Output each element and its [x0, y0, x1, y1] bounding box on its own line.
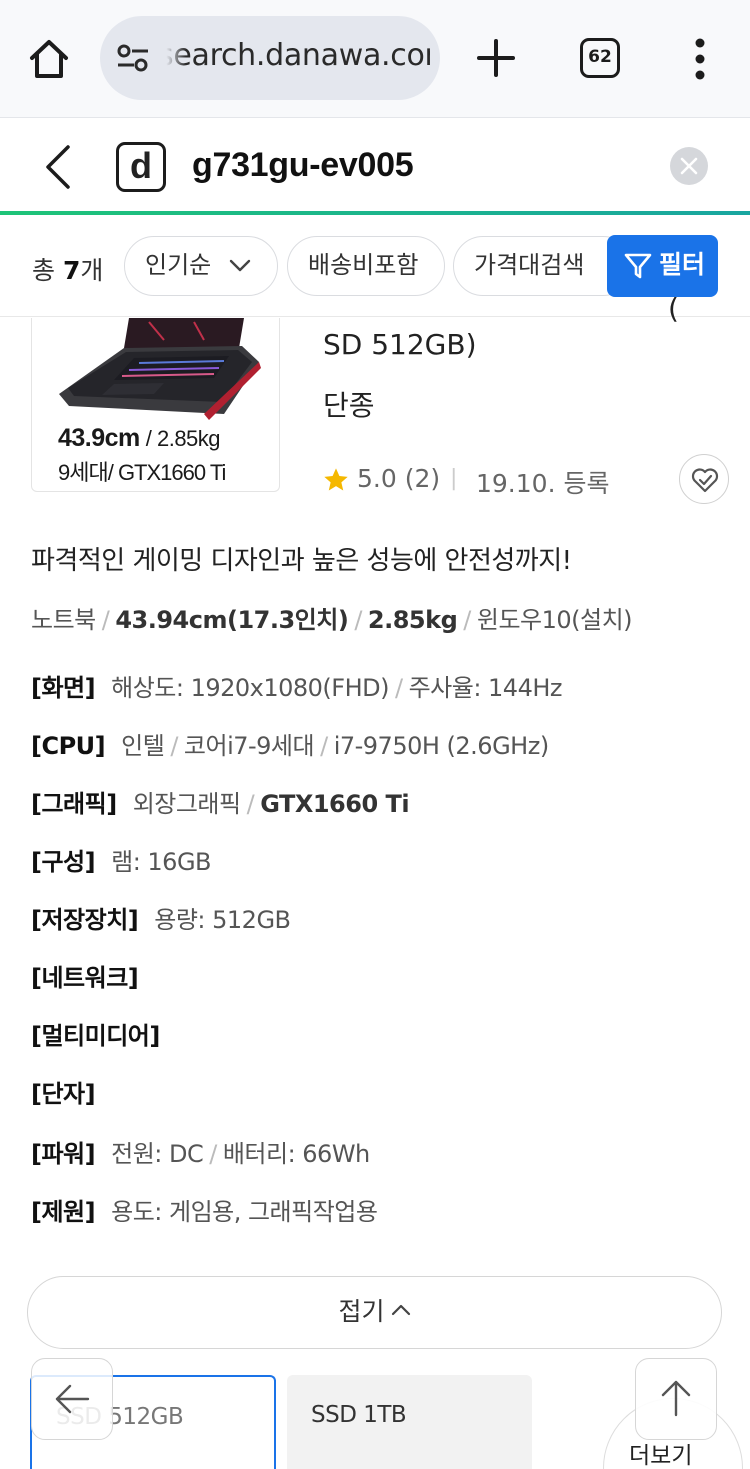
scroll-top-button[interactable] — [635, 1358, 717, 1440]
chevron-down-icon — [229, 259, 251, 272]
spec-value: 코어i7-9세대 — [183, 732, 315, 760]
total-count: 7 — [62, 256, 81, 285]
status-badge: 단종 — [323, 389, 375, 422]
spec-value: 배터리: 66Wh — [222, 1140, 370, 1168]
image-caption-spec: 9세대/ GTX1660 Ti — [58, 455, 227, 487]
home-icon[interactable] — [24, 34, 74, 84]
price-range-chip[interactable]: 가격대검색 — [453, 236, 633, 296]
spec-value: 인텔 — [121, 732, 165, 760]
filter-label: 필터 — [659, 250, 706, 279]
fold-label: 접기 — [338, 1297, 385, 1326]
product-title-paren[interactable]: ( — [668, 292, 679, 325]
filter-button[interactable]: 필터 — [607, 235, 718, 297]
product-title[interactable]: SD 512GB) — [323, 328, 477, 361]
clear-search-icon[interactable] — [670, 147, 708, 185]
spec-label: [저장장치] — [31, 906, 139, 934]
rating-score[interactable]: 5.0 (2) — [357, 464, 440, 493]
spec-value: 전원: DC — [111, 1140, 204, 1168]
tab-switcher-icon[interactable]: 62 — [580, 38, 620, 78]
spec-label: [네트워크] — [31, 964, 139, 992]
registration-date: 19.10. 등록 — [476, 469, 610, 498]
spec-value: 외장그래픽 — [132, 790, 241, 818]
spec-row-config: [구성] 램: 16GB — [31, 842, 212, 877]
sort-dropdown[interactable]: 인기순 — [124, 236, 278, 296]
summary-weight: 2.85kg — [367, 606, 458, 634]
spec-row-multimedia: [멀티미디어] — [31, 1016, 176, 1051]
image-caption-size: 43.9cm / 2.85kg — [58, 424, 221, 453]
spec-value: 램: 16GB — [111, 848, 212, 876]
star-icon — [324, 468, 348, 491]
option-tab-ssd-1tb[interactable]: SSD 1TB — [287, 1375, 532, 1469]
spec-label: [구성] — [31, 848, 96, 876]
caption-cpu: 9세대 — [58, 460, 109, 485]
result-count: 총 7개 — [32, 251, 103, 287]
spec-row-cpu: [CPU] 인텔 / 코어i7-9세대 / i7-9750H (2.6GHz) — [31, 732, 550, 760]
browser-toolbar: search.danawa.com 62 — [0, 0, 750, 118]
heart-check-icon — [691, 468, 719, 493]
spec-value: 해상도: 1920x1080(FHD) — [111, 674, 389, 702]
total-prefix: 총 — [32, 256, 56, 285]
spec-value: 용도: 게임용, 그래픽작업용 — [111, 1198, 378, 1226]
sort-label: 인기순 — [145, 251, 212, 279]
spec-row-storage: [저장장치] 용량: 512GB — [31, 900, 291, 935]
float-back-button[interactable] — [31, 1358, 113, 1440]
spec-label: [파워] — [31, 1140, 96, 1168]
arrow-left-icon — [55, 1384, 90, 1414]
spec-row-dimensions: [제원] 용도: 게임용, 그래픽작업용 — [31, 1192, 378, 1227]
spec-label: [멀티미디어] — [31, 1022, 160, 1050]
caption-gpu: / GTX1660 Ti — [107, 460, 227, 485]
more-label[interactable]: 더보기 — [629, 1436, 692, 1469]
fold-button[interactable]: 접기 — [27, 1276, 722, 1349]
summary-os: 윈도우10(설치) — [476, 606, 633, 634]
spec-row-network: [네트워크] — [31, 958, 154, 993]
arrow-up-icon — [661, 1380, 691, 1417]
summary-type: 노트북 — [31, 606, 96, 634]
url-text[interactable]: search.danawa.com — [158, 38, 430, 73]
more-menu-icon[interactable] — [690, 38, 710, 80]
url-bar[interactable]: search.danawa.com — [100, 16, 440, 100]
search-query[interactable]: g731gu-ev005 — [192, 146, 414, 185]
spec-row-ports: [단자] — [31, 1074, 111, 1109]
review-count: (2) — [404, 464, 441, 493]
spec-label: [CPU] — [31, 732, 106, 760]
caption-weight: / 2.85kg — [145, 426, 221, 451]
spec-value: 주사율: 144Hz — [408, 674, 563, 702]
filter-bar: 총 7개 인기순 배송비포함 가격대검색 필터 — [0, 215, 750, 317]
spec-summary: 노트북/43.94cm(17.3인치)/2.85kg / 윈도우10(설치) — [31, 606, 633, 634]
spec-row-graphics: [그래픽] 외장그래픽 / GTX1660 Ti — [31, 790, 410, 818]
summary-screen: 43.94cm(17.3인치) — [115, 606, 349, 634]
site-settings-icon[interactable] — [116, 43, 150, 73]
laptop-image — [59, 318, 261, 420]
spec-label: [화면] — [31, 674, 96, 702]
rating-value: 5.0 — [357, 464, 397, 493]
spec-value: 용량: 512GB — [154, 906, 291, 934]
product-thumbnail[interactable]: 43.9cm / 2.85kg 9세대/ GTX1660 Ti — [31, 318, 280, 492]
spec-label: [제원] — [31, 1198, 96, 1226]
danawa-logo-icon[interactable]: d — [116, 142, 166, 192]
product-description: 파격적인 게이밍 디자인과 높은 성능에 안전성까지! — [31, 546, 572, 576]
spec-value: i7-9750H (2.6GHz) — [333, 732, 550, 760]
total-suffix: 개 — [80, 256, 104, 285]
wishlist-button[interactable] — [679, 454, 729, 504]
caption-size: 43.9cm — [58, 424, 140, 452]
shipping-included-chip[interactable]: 배송비포함 — [287, 236, 445, 296]
new-tab-icon[interactable] — [474, 36, 518, 80]
divider: | — [450, 466, 458, 491]
back-icon[interactable] — [40, 144, 76, 190]
spec-row-power: [파워] 전원: DC / 배터리: 66Wh — [31, 1140, 370, 1168]
search-header: d g731gu-ev005 — [0, 118, 750, 214]
spec-label: [그래픽] — [31, 790, 117, 818]
filter-icon — [624, 253, 652, 279]
spec-row-display: [화면] 해상도: 1920x1080(FHD) / 주사율: 144Hz — [31, 674, 563, 702]
chevron-up-icon — [391, 1304, 410, 1316]
spec-value: GTX1660 Ti — [260, 790, 410, 818]
spec-label: [단자] — [31, 1080, 96, 1108]
